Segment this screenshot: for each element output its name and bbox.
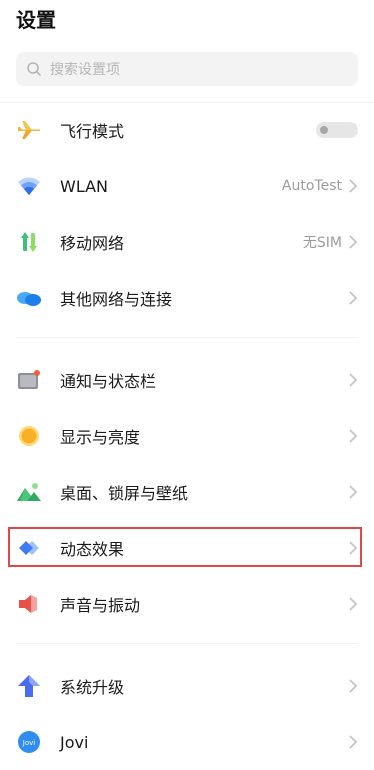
settings-item-label: 动态效果 xyxy=(60,540,125,559)
settings-item-wallpaper[interactable]: 桌面、锁屏与壁纸 xyxy=(0,464,374,520)
chevron-right-icon xyxy=(349,541,358,555)
upgrade-arrow-icon xyxy=(16,673,42,699)
chevron-right-icon xyxy=(349,485,358,499)
chevron-right-icon xyxy=(349,373,358,387)
chevron-right-icon xyxy=(349,735,358,749)
settings-item-label: 桌面、锁屏与壁纸 xyxy=(60,484,189,503)
airplane-mode-toggle[interactable] xyxy=(316,122,358,138)
settings-item-label: 显示与亮度 xyxy=(60,428,141,447)
settings-item-dynamic-effects[interactable]: 动态效果 xyxy=(0,520,374,576)
settings-item-other-networks[interactable]: 其他网络与连接 xyxy=(0,270,374,326)
mobile-network-icon xyxy=(16,229,42,255)
settings-item-label: 移动网络 xyxy=(60,234,125,253)
settings-item-notifications[interactable]: 通知与状态栏 xyxy=(0,352,374,408)
settings-item-wlan[interactable]: WLAN AutoTest xyxy=(0,158,374,214)
page-title: 设置 xyxy=(16,8,56,32)
settings-item-value: AutoTest xyxy=(281,178,342,194)
search-placeholder: 搜索设置项 xyxy=(50,62,120,78)
search-bar[interactable]: 搜索设置项 xyxy=(16,52,358,86)
chevron-right-icon xyxy=(349,429,358,443)
settings-item-label: 其他网络与连接 xyxy=(60,290,173,309)
settings-item-label: Jovi xyxy=(60,732,89,752)
jovi-icon: Jovi xyxy=(16,729,42,755)
brightness-icon xyxy=(16,423,42,449)
cloud-network-icon xyxy=(16,285,42,311)
wallpaper-icon xyxy=(16,479,42,505)
jovi-icon-text: Jovi xyxy=(22,739,35,747)
settings-item-system-upgrade[interactable]: 系统升级 xyxy=(0,658,374,714)
settings-item-jovi[interactable]: Jovi Jovi xyxy=(0,714,374,770)
chevron-right-icon xyxy=(349,597,358,611)
wifi-icon xyxy=(16,173,42,199)
chevron-right-icon xyxy=(349,235,358,249)
settings-item-label: 系统升级 xyxy=(60,678,125,697)
settings-item-display-brightness[interactable]: 显示与亮度 xyxy=(0,408,374,464)
settings-item-airplane-mode[interactable]: 飞行模式 xyxy=(0,102,374,158)
settings-item-value: 无SIM xyxy=(302,235,342,251)
search-icon xyxy=(27,62,41,76)
settings-item-mobile-network[interactable]: 移动网络 无SIM xyxy=(0,214,374,270)
toggle-knob xyxy=(320,126,328,134)
settings-item-label: WLAN xyxy=(60,176,109,196)
section-divider xyxy=(16,337,358,338)
settings-item-label: 飞行模式 xyxy=(60,122,125,141)
notification-icon xyxy=(16,367,42,393)
settings-item-label: 声音与振动 xyxy=(60,596,141,615)
chevron-right-icon xyxy=(349,179,358,193)
chevron-right-icon xyxy=(349,291,358,305)
settings-item-label: 通知与状态栏 xyxy=(60,372,157,391)
chevron-right-icon xyxy=(349,679,358,693)
settings-item-sound-vibration[interactable]: 声音与振动 xyxy=(0,576,374,632)
section-divider xyxy=(16,643,358,644)
airplane-icon xyxy=(16,117,42,143)
dynamic-effect-icon xyxy=(16,535,42,561)
speaker-icon xyxy=(16,591,42,617)
